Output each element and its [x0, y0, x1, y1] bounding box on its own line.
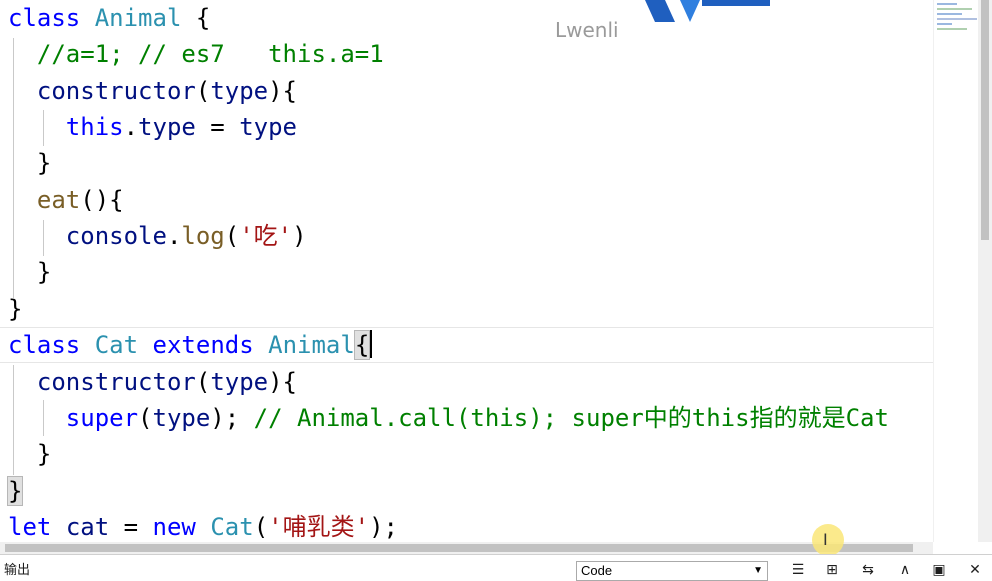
code-token: );	[210, 404, 254, 432]
code-token: '吃'	[239, 222, 293, 250]
code-line[interactable]: super(type); // Animal.call(this); super…	[8, 400, 889, 436]
chevron-down-icon: ▼	[753, 565, 763, 576]
code-line[interactable]: }	[8, 145, 51, 181]
horizontal-scrollbar[interactable]	[0, 542, 933, 554]
code-token: console	[65, 222, 167, 250]
code-token: =	[195, 113, 240, 141]
code-token: type	[210, 77, 269, 105]
code-token: (	[224, 222, 240, 250]
code-token: constructor	[36, 77, 196, 105]
code-token: eat	[36, 186, 81, 214]
code-token: (){	[80, 186, 124, 214]
word-wrap-icon[interactable]: ⇆	[858, 561, 878, 579]
code-token: Animal	[94, 4, 182, 32]
minimap-preview	[937, 3, 977, 30]
code-token: }	[8, 440, 52, 468]
code-token: )	[292, 222, 307, 250]
code-token: //a=1; // es7 this.a=1	[36, 40, 384, 68]
code-token: }	[6, 476, 24, 506]
code-token: (	[195, 368, 211, 396]
code-token: constructor	[36, 368, 196, 396]
clear-all-icon[interactable]: ☰	[788, 561, 808, 579]
code-line[interactable]: constructor(type){	[8, 364, 297, 400]
code-token: }	[8, 149, 52, 177]
watermark: Lwenli	[555, 18, 619, 42]
code-token: .	[123, 113, 139, 141]
code-line[interactable]: }	[6, 473, 24, 509]
code-line[interactable]: }	[8, 436, 51, 472]
code-token: }	[8, 295, 23, 323]
close-icon[interactable]: ✕	[965, 561, 985, 579]
code-token: type	[239, 113, 297, 141]
lock-scroll-icon[interactable]: ⊞	[822, 561, 842, 579]
code-line[interactable]: this.type = type	[8, 109, 297, 145]
code-token: (	[253, 513, 269, 541]
code-token: Cat	[94, 331, 139, 359]
code-token: =	[109, 513, 153, 541]
code-token: super	[65, 404, 139, 432]
code-line[interactable]: console.log('吃')	[8, 218, 307, 254]
code-token: type	[152, 404, 211, 432]
code-token: Animal	[268, 331, 355, 359]
site-logo	[645, 0, 770, 22]
code-token: cat	[65, 513, 110, 541]
text-caret	[370, 330, 373, 358]
code-token: {	[353, 330, 371, 360]
code-token: ){	[268, 368, 298, 396]
code-token: type	[138, 113, 196, 141]
code-token: log	[181, 222, 225, 250]
code-token: this	[65, 113, 124, 141]
output-source-value: Code	[581, 563, 613, 578]
code-token: class	[8, 331, 81, 359]
code-token: }	[8, 258, 52, 286]
code-token: .	[166, 222, 182, 250]
output-panel-title: 输出	[4, 563, 31, 578]
code-token: // Animal.call(this); super中的this指的就是Cat	[253, 404, 889, 432]
mouse-cursor-highlight	[812, 524, 844, 556]
code-token: new	[152, 513, 196, 541]
text-cursor-icon: I	[823, 530, 828, 549]
code-line[interactable]: let cat = new Cat('哺乳类');	[8, 509, 398, 542]
code-token: {	[181, 4, 211, 32]
code-line[interactable]: }	[8, 291, 22, 327]
code-line[interactable]: constructor(type){	[8, 73, 297, 109]
code-token: let	[8, 513, 52, 541]
code-token: );	[369, 513, 398, 541]
code-line[interactable]: class Cat extends Animal{	[8, 327, 373, 363]
code-editor[interactable]: class Animal { //a=1; // es7 this.a=1 co…	[0, 0, 933, 542]
output-panel-header: 输出 Code ▼ ☰ ⊞ ⇆ ∧ ▣ ✕	[0, 554, 992, 581]
output-source-select[interactable]: Code ▼	[576, 561, 768, 581]
vertical-scrollbar[interactable]	[978, 0, 992, 542]
maximize-icon[interactable]: ▣	[929, 561, 949, 579]
code-line[interactable]: eat(){	[8, 182, 124, 218]
code-token: extends	[152, 331, 254, 359]
minimap[interactable]	[933, 0, 979, 542]
code-token: (	[138, 404, 153, 432]
code-token: ){	[268, 77, 298, 105]
code-token: (	[195, 77, 211, 105]
chevron-up-icon[interactable]: ∧	[895, 561, 915, 579]
horizontal-scroll-thumb[interactable]	[5, 544, 913, 552]
code-line[interactable]: }	[8, 254, 51, 290]
code-token: type	[210, 368, 269, 396]
code-line[interactable]: //a=1; // es7 this.a=1	[8, 36, 384, 72]
code-token: class	[8, 4, 81, 32]
code-line[interactable]: class Animal {	[8, 0, 210, 36]
vertical-scroll-thumb[interactable]	[981, 0, 989, 240]
code-token: '哺乳类'	[268, 513, 370, 541]
code-token: Cat	[210, 513, 254, 541]
